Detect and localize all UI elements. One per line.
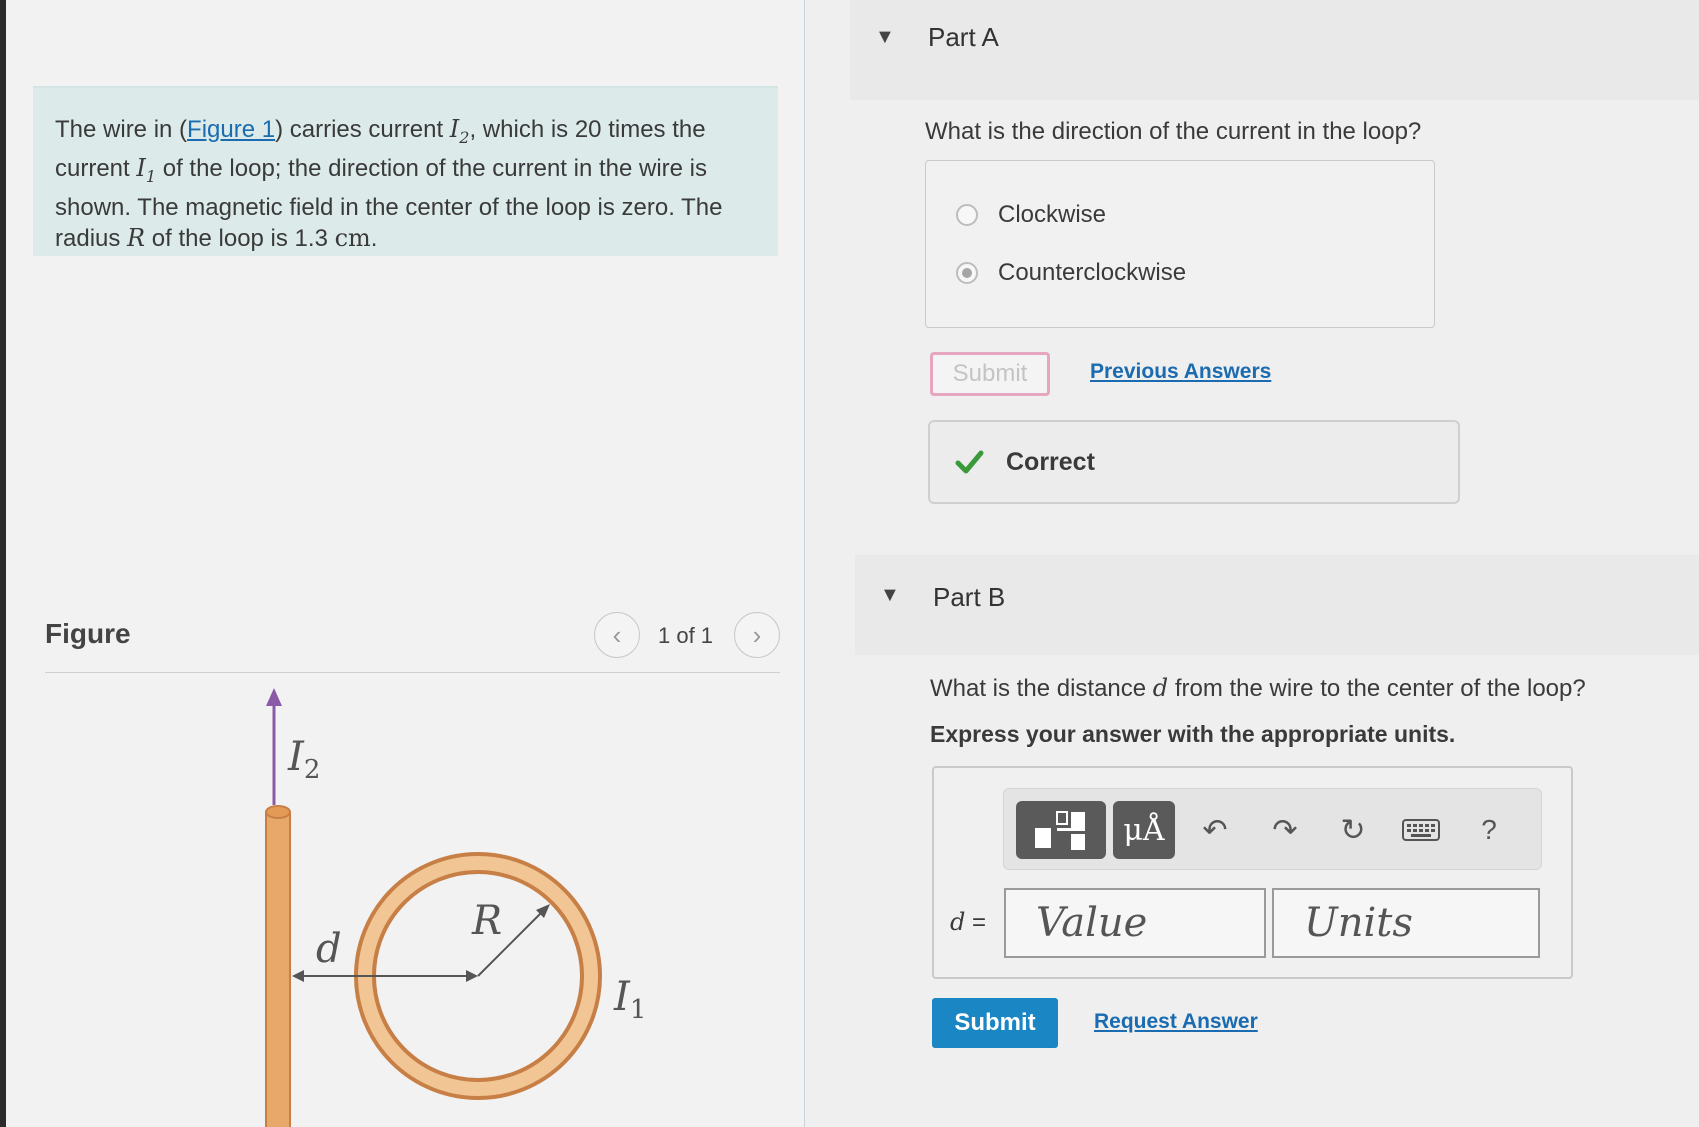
figure-divider (45, 672, 780, 673)
help-icon[interactable]: ? (1466, 807, 1512, 853)
d-arrow-left (292, 970, 304, 982)
figure-next-button[interactable]: › (734, 612, 780, 658)
chevron-left-icon: ‹ (612, 619, 622, 650)
label-i1: I1 (613, 974, 646, 1025)
option-clockwise[interactable]: Clockwise (956, 201, 1106, 229)
radio-counterclockwise[interactable] (956, 262, 978, 284)
d-arrow-right (466, 970, 478, 982)
units-input[interactable] (1272, 888, 1540, 958)
part-a-feedback: Correct (928, 420, 1460, 504)
caret-down-icon[interactable]: ▼ (875, 26, 895, 49)
check-icon (955, 450, 984, 474)
arrow-head (266, 688, 282, 706)
d-equals-label: d = (950, 908, 987, 936)
label-d: d (316, 926, 342, 972)
wire-end (265, 805, 291, 819)
templates-icon (1035, 811, 1085, 850)
var-r: R (127, 223, 146, 252)
wire (265, 811, 291, 1127)
reset-icon[interactable]: ↻ (1330, 807, 1376, 853)
label-i2: I2 (287, 734, 320, 785)
value-input[interactable] (1004, 888, 1266, 958)
caret-down-icon[interactable]: ▼ (880, 584, 900, 607)
redo-icon[interactable]: ↷ (1262, 807, 1308, 853)
problem-text: of the loop is 1.3 (145, 224, 335, 252)
part-b-title: Part B (933, 582, 1006, 612)
figure-diagram: I2 d R I1 (265, 688, 646, 1127)
units-button[interactable]: μÅ (1113, 801, 1175, 859)
templates-button[interactable] (1016, 801, 1106, 859)
figure-counter: 1 of 1 (658, 623, 714, 648)
part-a-options: Clockwise Counterclockwise (925, 160, 1435, 328)
option-counterclockwise[interactable]: Counterclockwise (956, 259, 1186, 287)
label-r: R (471, 898, 502, 944)
radio-clockwise[interactable] (956, 204, 978, 226)
feedback-text: Correct (1006, 447, 1095, 476)
keyboard-icon[interactable] (1398, 807, 1444, 853)
problem-text: ) carries current (275, 116, 450, 143)
problem-text: . (370, 224, 378, 252)
problem-text: The wire in ( (55, 116, 188, 143)
previous-answers-link[interactable]: Previous Answers (1090, 360, 1271, 384)
figure-prev-button[interactable]: ‹ (594, 612, 640, 658)
math-toolbar: μÅ ↶ ↷ ↻ ? (1003, 788, 1542, 870)
problem-pane: The wire in (Figure 1) carries current I… (0, 0, 805, 1127)
undo-icon[interactable]: ↶ (1192, 807, 1238, 853)
part-b-submit-button[interactable]: Submit (932, 998, 1058, 1048)
chevron-right-icon: › (752, 619, 762, 650)
part-a-submit-button[interactable]: Submit (930, 352, 1050, 396)
unit-cm: cm (334, 223, 371, 252)
request-answer-link[interactable]: Request Answer (1094, 1010, 1258, 1034)
problem-statement: The wire in (Figure 1) carries current I… (33, 86, 778, 256)
figure-heading: Figure (45, 618, 131, 649)
part-b-question: What is the distance d from the wire to … (930, 674, 1586, 702)
part-a-title: Part A (928, 22, 999, 52)
var-i2: I2 (449, 115, 470, 147)
option-label: Counterclockwise (998, 259, 1187, 286)
part-a-question: What is the direction of the current in … (925, 118, 1422, 145)
var-i1: I1 (136, 153, 157, 186)
option-label: Clockwise (998, 201, 1107, 228)
part-b-instruction: Express your answer with the appropriate… (930, 721, 1456, 747)
figure-link[interactable]: Figure 1 (187, 116, 275, 143)
